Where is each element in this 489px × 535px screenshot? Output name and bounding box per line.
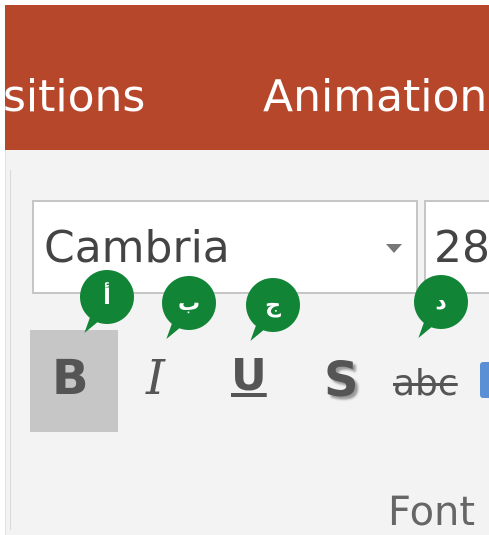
callout-badge-3: ج [246,278,300,332]
font-name-value: Cambria [44,222,230,273]
italic-button[interactable]: I [130,330,190,432]
bold-button[interactable]: B [30,330,118,432]
underline-icon: U [231,350,267,401]
callout-badge-2: ب [162,276,216,330]
group-divider [10,170,11,530]
character-spacing-icon[interactable] [480,362,489,398]
underline-button[interactable]: U [215,330,285,432]
tab-transitions[interactable]: sitions [5,75,145,119]
text-shadow-button[interactable]: S [310,330,380,432]
strikethrough-icon: abc [393,363,458,404]
callout-badge-1: أ [80,270,134,324]
font-group-label: Font [388,489,476,535]
text-shadow-icon: S [324,352,359,408]
tab-animations[interactable]: Animations [263,75,489,119]
italic-icon: I [146,350,165,406]
ribbon-tab-bar: sitions Animations [5,5,489,150]
bold-icon: B [52,350,89,406]
strikethrough-button[interactable]: abc [385,330,475,432]
callout-badge-4: د [414,275,468,329]
font-size-value: 28 [434,222,489,273]
chevron-down-icon[interactable] [386,244,402,253]
